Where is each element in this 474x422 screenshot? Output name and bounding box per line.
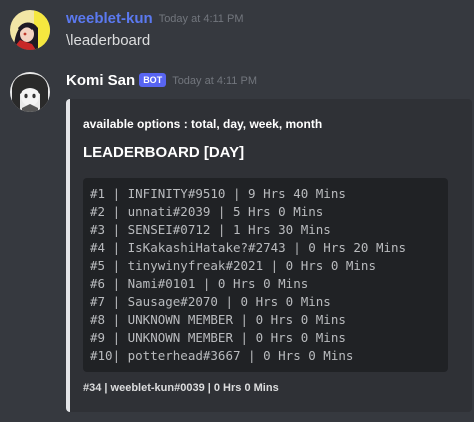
leaderboard-row: #1 | INFINITY#9510 | 9 Hrs 40 Mins <box>90 186 346 201</box>
leaderboard-codeblock: #1 | INFINITY#9510 | 9 Hrs 40 Mins #2 | … <box>83 178 448 372</box>
leaderboard-row: #3 | SENSEI#0712 | 1 Hrs 30 Mins <box>90 222 331 237</box>
timestamp[interactable]: Today at 4:11 PM <box>159 13 244 25</box>
leaderboard-row: #6 | Nami#0101 | 0 Hrs 0 Mins <box>90 276 309 291</box>
leaderboard-row: #9 | UNKNOWN MEMBER | 0 Hrs 0 Mins <box>90 330 346 345</box>
leaderboard-row: #5 | tinywinyfreak#2021 | 0 Hrs 0 Mins <box>90 258 376 273</box>
anime-bot-avatar-icon[interactable] <box>10 72 50 112</box>
username[interactable]: Komi San <box>66 72 135 89</box>
anime-avatar-icon[interactable] <box>10 10 50 50</box>
message-text: \leaderboard <box>66 32 151 49</box>
message-header: weeblet-kun Today at 4:11 PM <box>66 9 243 29</box>
embed-heading: LEADERBOARD [DAY] <box>83 144 245 161</box>
timestamp[interactable]: Today at 4:11 PM <box>172 75 257 87</box>
leaderboard-row: #8 | UNKNOWN MEMBER | 0 Hrs 0 Mins <box>90 312 346 327</box>
leaderboard-row: #2 | unnati#2039 | 5 Hrs 0 Mins <box>90 204 324 219</box>
embed-footer: #34 | weeblet-kun#0039 | 0 Hrs 0 Mins <box>83 382 279 394</box>
leaderboard-row: #4 | IsKakashiHatake?#2743 | 0 Hrs 20 Mi… <box>90 240 407 255</box>
leaderboard-row: #7 | Sausage#2070 | 0 Hrs 0 Mins <box>90 294 331 309</box>
embed-description: available options : total, day, week, mo… <box>83 117 323 131</box>
leaderboard-embed: available options : total, day, week, mo… <box>66 99 472 412</box>
username[interactable]: weeblet-kun <box>66 10 153 27</box>
message-weeblet-kun: weeblet-kun Today at 4:11 PM \leaderboard <box>0 0 474 60</box>
message-header: Komi San BOT Today at 4:11 PM <box>66 71 257 91</box>
leaderboard-row: #10| potterhead#3667 | 0 Hrs 0 Mins <box>90 348 354 363</box>
bot-badge: BOT <box>139 73 167 87</box>
